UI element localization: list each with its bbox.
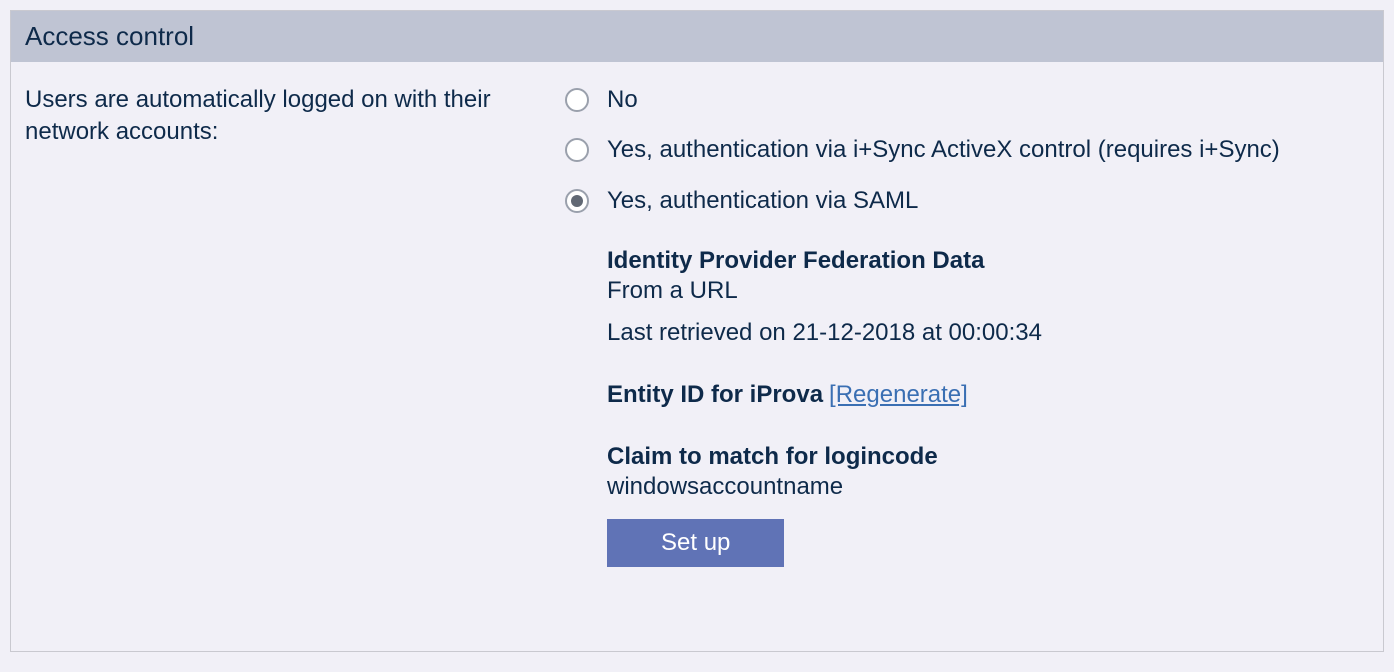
entity-id-group: Entity ID for iProva [Regenerate] (607, 381, 1369, 409)
panel-title: Access control (11, 11, 1383, 62)
idp-group: Identity Provider Federation Data From a… (607, 247, 1369, 347)
panel-body: Users are automatically logged on with t… (11, 62, 1383, 581)
radio-saml[interactable] (565, 189, 589, 213)
option-no-row: No (565, 84, 1369, 116)
radio-isync-label: Yes, authentication via i+Sync ActiveX c… (607, 134, 1280, 166)
claim-value: windowsaccountname (607, 473, 1369, 501)
claim-heading: Claim to match for logincode (607, 443, 1369, 471)
option-saml-row: Yes, authentication via SAML (565, 185, 1369, 217)
idp-source: From a URL (607, 277, 1369, 305)
idp-heading: Identity Provider Federation Data (607, 247, 1369, 275)
regenerate-link[interactable]: [Regenerate] (829, 381, 968, 409)
idp-retrieved: Last retrieved on 21-12-2018 at 00:00:34 (607, 319, 1369, 347)
saml-details: Identity Provider Federation Data From a… (607, 247, 1369, 567)
claim-group: Claim to match for logincode windowsacco… (607, 443, 1369, 501)
option-isync-row: Yes, authentication via i+Sync ActiveX c… (565, 134, 1369, 166)
radio-isync[interactable] (565, 138, 589, 162)
auto-logon-label: Users are automatically logged on with t… (25, 84, 545, 149)
radio-saml-label: Yes, authentication via SAML (607, 185, 918, 217)
radio-no-label: No (607, 84, 638, 116)
entity-id-heading: Entity ID for iProva (607, 381, 823, 409)
setting-options-column: No Yes, authentication via i+Sync Active… (565, 84, 1369, 567)
setup-button[interactable]: Set up (607, 519, 784, 567)
setting-label-column: Users are automatically logged on with t… (25, 84, 565, 567)
radio-no[interactable] (565, 88, 589, 112)
access-control-panel: Access control Users are automatically l… (10, 10, 1384, 652)
